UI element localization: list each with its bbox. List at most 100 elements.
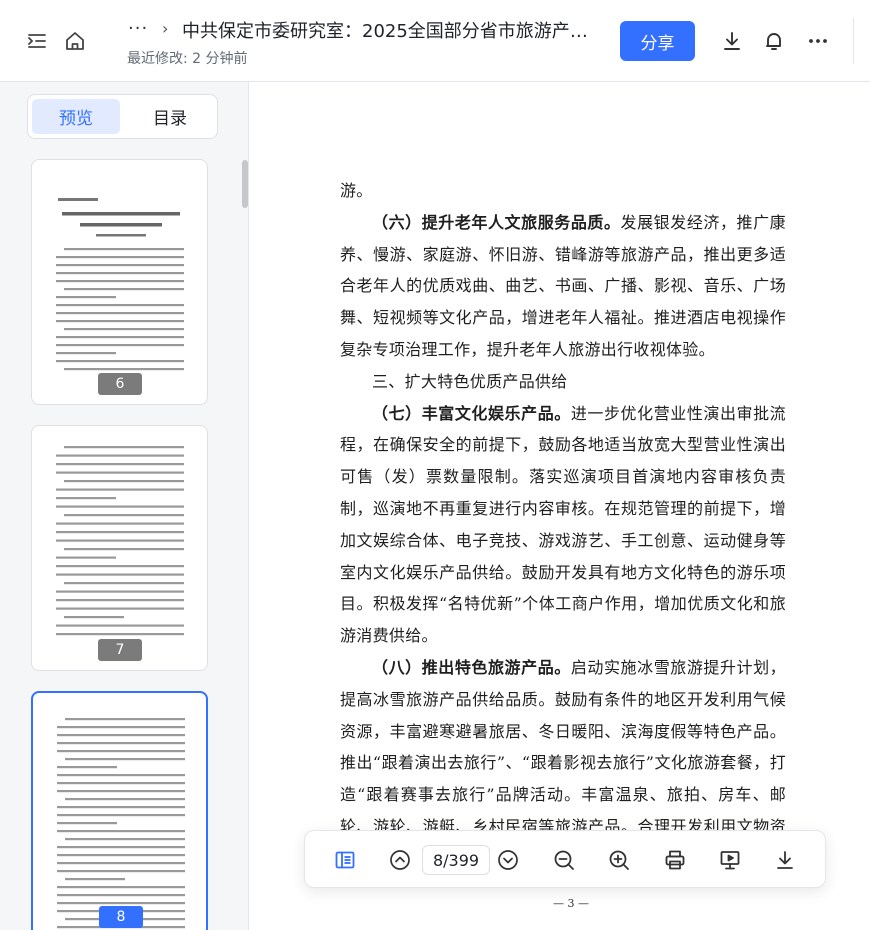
page-thumbnail-6[interactable]: 6: [31, 159, 208, 405]
page-content: 游。 （六）提升老年人文旅服务品质。发展银发经济，推广康养、慢游、家庭游、怀旧游…: [340, 175, 786, 875]
page-footer: — 3 —: [553, 897, 589, 910]
thumbnail-text-line: [64, 514, 184, 517]
thumbnail-text-line: [57, 766, 117, 769]
thumbnail-text-line: [57, 742, 185, 745]
share-button[interactable]: 分享: [620, 21, 695, 61]
thumbnail-text-line: [56, 565, 184, 568]
thumbnail-text-line: [56, 280, 184, 283]
home-icon[interactable]: [62, 28, 88, 54]
page-thumbnail-8[interactable]: 8: [31, 691, 208, 930]
thumbnail-text-line: [64, 582, 184, 585]
thumbnail-text-line: [64, 288, 184, 291]
breadcrumb-separator: ›: [162, 19, 169, 38]
thumbnail-text-line: [56, 590, 184, 593]
prev-page-icon[interactable]: [386, 846, 414, 874]
thumbnail-text-line: [57, 830, 185, 833]
thumbnail-text-line: [56, 633, 184, 636]
more-icon[interactable]: [805, 28, 831, 54]
thumbnail-text-line: [57, 782, 185, 785]
thumbnail-text-line: [56, 352, 116, 355]
paragraph: 游。: [340, 181, 373, 200]
thumbnail-text-line: [64, 480, 184, 483]
download-icon[interactable]: [771, 846, 799, 874]
thumbnail-text-line: [64, 548, 184, 551]
thumbnail-text-line: [65, 758, 185, 761]
thumbnail-text-line: [56, 531, 184, 534]
thumbnail-text-line: [56, 320, 184, 323]
thumbnail-text-line: [56, 296, 116, 299]
bell-icon[interactable]: [761, 28, 787, 54]
thumbnail-text-line: [56, 336, 184, 339]
top-bar: ··· › 中共保定市委研究室：2025全国部分省市旅游产业发展政策汇编 最近修…: [0, 0, 870, 82]
thumbnail-text-line: [56, 272, 184, 275]
thumbnail-text-line: [57, 854, 185, 857]
toc-toggle-icon[interactable]: [24, 28, 50, 54]
thumbnail-text-line: [56, 463, 184, 466]
page-thumbnail-7[interactable]: 7: [31, 425, 208, 671]
thumbnail-preview: [57, 718, 185, 929]
thumbnail-page-number: 6: [98, 373, 142, 395]
presentation-icon[interactable]: [716, 846, 744, 874]
thumbnail-text-line: [64, 446, 184, 449]
thumbnail-text-line: [64, 248, 184, 251]
thumbnail-page-number: 8: [99, 906, 143, 928]
thumbnail-text-line: [56, 256, 184, 259]
zoom-out-icon[interactable]: [550, 846, 578, 874]
thumbnail-text-line: [56, 454, 184, 457]
sidebar-toggle-icon[interactable]: [331, 846, 359, 874]
thumbnail-text-line: [65, 878, 125, 881]
thumbnail-text-line: [57, 894, 185, 897]
document-title[interactable]: 中共保定市委研究室：2025全国部分省市旅游产业发展政策汇编: [182, 17, 602, 43]
thumbnail-text-line: [56, 505, 184, 508]
sidebar-scrollbar[interactable]: [242, 160, 248, 208]
thumbnail-text-line: [65, 718, 185, 721]
thumbnail-text-line: [64, 328, 184, 331]
thumbnail-text-line: [57, 814, 185, 817]
zoom-in-icon[interactable]: [605, 846, 633, 874]
header-divider: [853, 18, 854, 64]
thumbnail-preview: [56, 446, 184, 636]
paragraph: （六）提升老年人文旅服务品质。发展银发经济，推广康养、慢游、家庭游、怀旧游、错峰…: [340, 212, 786, 359]
thumbnail-text-line: [57, 774, 185, 777]
thumbnail-text-line: [56, 599, 184, 602]
thumbnail-text-line: [57, 734, 185, 737]
thumbnail-text-line: [56, 488, 184, 491]
thumbnail-text-line: [65, 798, 185, 801]
thumbnail-text-line: [56, 264, 184, 267]
thumbnail-text-line: [64, 616, 124, 619]
thumbnail-text-line: [56, 344, 184, 347]
thumbnail-text-line: [57, 750, 185, 753]
thumbnail-text-line: [56, 556, 116, 559]
thumbnail-text-line: [57, 806, 185, 809]
thumbnail-text-line: [56, 624, 184, 627]
last-modified: 最近修改: 2 分钟前: [127, 51, 248, 67]
thumbnail-text-line: [57, 726, 185, 729]
thumbnail-text-line: [57, 886, 185, 889]
thumbnail-text-line: [57, 846, 185, 849]
section-heading: 三、扩大特色优质产品供给: [372, 371, 568, 391]
viewer-toolbar: 8/399: [304, 830, 826, 888]
download-icon[interactable]: [719, 28, 745, 54]
sidebar-tabs: 预览 目录: [27, 94, 218, 139]
page-number-input[interactable]: 8/399: [422, 845, 490, 875]
tab-outline[interactable]: 目录: [126, 99, 214, 134]
thumbnail-text-line: [64, 368, 184, 371]
thumbnail-text-line: [56, 539, 184, 542]
thumbnail-text-line: [57, 790, 185, 793]
next-page-icon[interactable]: [494, 846, 522, 874]
thumbnail-text-line: [57, 902, 185, 905]
thumbnail-text-line: [57, 870, 185, 873]
thumbnail-text-line: [56, 304, 184, 307]
print-icon[interactable]: [661, 846, 689, 874]
document-viewer: 游。 （六）提升老年人文旅服务品质。发展银发经济，推广康养、慢游、家庭游、怀旧游…: [250, 82, 870, 930]
thumbnail-page-number: 7: [98, 639, 142, 661]
thumbnail-preview: [56, 198, 184, 371]
thumbnail-text-line: [56, 522, 184, 525]
thumbnail-text-line: [56, 312, 184, 315]
thumbnail-text-line: [57, 862, 185, 865]
thumbnail-sidebar: 预览 目录 6 7 8: [0, 82, 249, 930]
thumbnail-text-line: [57, 822, 117, 825]
thumbnail-text-line: [56, 471, 184, 474]
tab-preview[interactable]: 预览: [32, 99, 120, 134]
breadcrumb-more[interactable]: ···: [128, 18, 148, 39]
